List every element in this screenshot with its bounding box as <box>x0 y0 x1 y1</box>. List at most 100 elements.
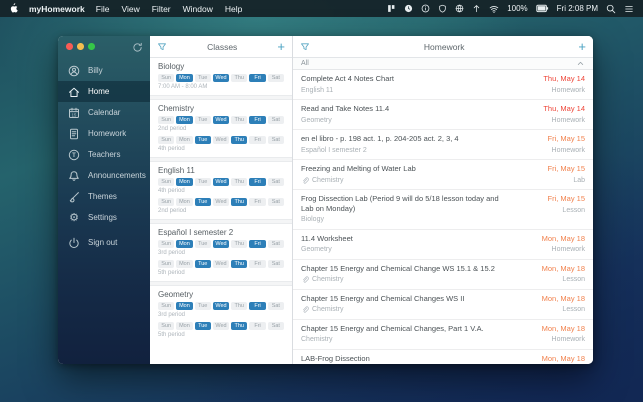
menu-view[interactable]: View <box>121 4 139 14</box>
class-item[interactable]: Biology Sun Mon Tue Wed Thu Fri Sat 7:00 AM - 8:… <box>150 58 292 95</box>
sidebar-item-calendar[interactable]: 15 Calendar <box>58 102 150 123</box>
close-button[interactable] <box>66 43 73 50</box>
status-icons-slot <box>387 4 499 14</box>
day-pill-thu: Thu <box>231 322 248 330</box>
info-icon[interactable] <box>421 4 430 13</box>
day-pill-sun: Sun <box>158 116 175 124</box>
day-pill-fri: Fri <box>249 116 266 124</box>
add-class-button[interactable]: + <box>277 39 285 54</box>
homework-row[interactable]: Freezing and Melting of Water Lab Chemist… <box>293 160 593 190</box>
sidebar-item-billy[interactable]: Billy <box>58 60 150 81</box>
sidebar-item-themes[interactable]: Themes <box>58 186 150 207</box>
shield-icon[interactable] <box>438 4 447 13</box>
schedule-label: 3rd period <box>158 250 186 256</box>
day-pill-sat: Sat <box>267 322 284 330</box>
day-pill-sat: Sat <box>267 240 284 248</box>
arrow-up-icon[interactable] <box>472 4 481 13</box>
paperclip-icon <box>301 306 309 314</box>
homework-row[interactable]: Chapter 15 Energy and Chemical Change WS… <box>293 260 593 290</box>
menubar-clock[interactable]: Fri 2:08 PM <box>557 4 598 13</box>
due-date: Fri, May 15 <box>547 134 585 143</box>
menubar-menus: File View Filter Window Help <box>96 4 243 14</box>
due-date: Mon, May 18 <box>541 293 585 303</box>
wifi-icon[interactable] <box>489 4 499 14</box>
menubar-status-area: 100% Fri 2:08 PM <box>387 4 634 14</box>
globe-icon[interactable] <box>455 4 464 13</box>
homework-class: Chemistry <box>301 276 495 284</box>
day-pill-wed: Wed <box>212 178 230 186</box>
class-item[interactable]: English 11 Sun Mon Tue Wed Thu Fri Sat 4th perio… <box>150 162 292 219</box>
class-item[interactable]: Geometry Sun Mon Tue Wed Thu Fri Sat 3rd period S… <box>150 286 292 343</box>
homework-row-right: Thu, May 14 Homework <box>543 74 585 95</box>
due-date: Mon, May 18 <box>541 263 585 273</box>
sync-icon[interactable] <box>132 42 143 53</box>
menu-help[interactable]: Help <box>225 4 242 14</box>
day-pill-mon: Mon <box>176 198 193 206</box>
homework-row[interactable]: LAB-Frog Dissection Mon, May 18 <box>293 350 593 365</box>
day-pill-wed: Wed <box>212 198 230 206</box>
sidebar-item-settings[interactable]: ⚙ Settings <box>58 207 150 228</box>
day-pill-fri: Fri <box>249 178 266 186</box>
day-pill-tue: Tue <box>194 198 211 206</box>
homework-row[interactable]: Read and Take Notes 11.4 Geometry Thu, May… <box>293 100 593 130</box>
day-pill-sat: Sat <box>267 198 284 206</box>
homework-title: LAB-Frog Dissection <box>301 353 370 363</box>
homework-category: Lesson <box>562 206 585 214</box>
power-icon <box>68 237 80 249</box>
sidebar-item-home[interactable]: Home <box>58 81 150 102</box>
schedule-label: 2nd period <box>158 208 187 214</box>
day-pill-mon: Mon <box>176 116 193 124</box>
homework-row[interactable]: 11.4 Worksheet Geometry Mon, May 18 Homewor… <box>293 230 593 260</box>
homework-category: Lab <box>573 176 585 184</box>
homework-row[interactable]: Chapter 15 Energy and Chemical Changes W… <box>293 290 593 320</box>
homework-class: Geometry <box>301 117 389 125</box>
day-pill-sun: Sun <box>158 198 175 206</box>
filter-icon[interactable] <box>300 42 310 52</box>
app-menu-title[interactable]: myHomework <box>29 4 85 14</box>
day-pill-sun: Sun <box>158 322 175 330</box>
filter-icon[interactable] <box>157 42 167 52</box>
notification-list-icon[interactable] <box>624 4 634 14</box>
class-item[interactable]: Chemistry Sun Mon Tue Wed Thu Fri Sat 2nd period… <box>150 100 292 157</box>
sidebar-item-sign-out[interactable]: Sign out <box>58 232 150 253</box>
day-pill-fri: Fri <box>249 322 266 330</box>
minimize-button[interactable] <box>77 43 84 50</box>
homework-row-left: Chapter 15 Energy and Chemical Changes W… <box>301 294 464 315</box>
battery-icon[interactable] <box>535 4 549 13</box>
sidebar-item-announcements[interactable]: Announcements <box>58 165 150 186</box>
app-window: Billy Home 15 Calendar Homework T Teachers Anno… <box>58 36 593 364</box>
day-pill-sat: Sat <box>267 116 284 124</box>
sidebar-item-teachers[interactable]: T Teachers <box>58 144 150 165</box>
homework-category: Lesson <box>562 276 585 283</box>
homework-row[interactable]: Complete Act 4 Notes Chart English 11 Thu,… <box>293 70 593 100</box>
class-name: Chemistry <box>158 104 195 113</box>
day-pill-fri: Fri <box>249 74 266 82</box>
homework-row[interactable]: en el libro - p. 198 act. 1, p. 204-205 … <box>293 130 593 160</box>
sidebar-item-homework[interactable]: Homework <box>58 123 150 144</box>
zoom-button[interactable] <box>88 43 95 50</box>
day-pill-sat: Sat <box>267 74 284 82</box>
homework-class: Español I semester 2 <box>301 147 459 155</box>
group-header-all[interactable]: All <box>293 58 593 70</box>
chevron-up-icon[interactable] <box>576 59 585 68</box>
menu-filter[interactable]: Filter <box>152 4 171 14</box>
homework-row[interactable]: Frog Dissection Lab (Period 9 will do 5/… <box>293 190 593 230</box>
paperclip-icon <box>301 276 309 284</box>
apple-menu-icon[interactable] <box>9 3 18 14</box>
tiles-icon[interactable] <box>387 4 396 13</box>
day-pill-mon: Mon <box>176 260 193 268</box>
homework-row-right: Fri, May 15 Lab <box>547 164 585 185</box>
clock-icon[interactable] <box>404 4 413 13</box>
sidebar-item-label: Billy <box>88 66 103 75</box>
add-homework-button[interactable]: + <box>578 39 586 54</box>
menu-window[interactable]: Window <box>183 4 213 14</box>
sidebar-item-label: Announcements <box>88 171 146 180</box>
homework-row[interactable]: Chapter 15 Energy and Chemical Changes, … <box>293 320 593 350</box>
menu-file[interactable]: File <box>96 4 110 14</box>
search-icon[interactable] <box>606 4 616 14</box>
schedule-label: 2nd period <box>158 126 187 132</box>
class-label: Chemistry <box>312 306 344 313</box>
day-pill-sun: Sun <box>158 74 175 82</box>
class-item[interactable]: Español I semester 2 Sun Mon Tue Wed Thu Fri Sa… <box>150 224 292 281</box>
window-controls <box>66 43 95 50</box>
